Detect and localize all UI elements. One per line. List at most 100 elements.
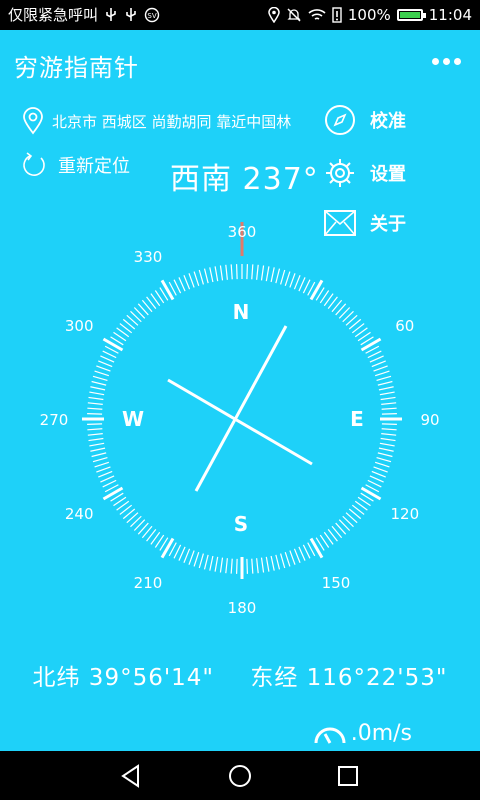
minor-tick <box>188 550 195 565</box>
minor-tick <box>209 267 214 283</box>
minor-tick <box>379 391 395 396</box>
minor-tick <box>379 442 395 447</box>
minor-tick <box>87 423 103 426</box>
compass-screen: 穷游指南针 北京市 西城区 尚勤胡同 靠近中国林 重新定位 西南 237° 校准 <box>0 30 480 751</box>
major-tick <box>160 537 175 559</box>
minor-tick <box>378 447 394 452</box>
minor-tick <box>270 267 275 283</box>
minor-tick <box>289 273 296 288</box>
more-menu-button[interactable] <box>430 50 464 70</box>
settings-button[interactable]: 设置 <box>324 157 406 189</box>
degree-label: 120 <box>390 505 419 523</box>
degree-label: 150 <box>322 574 351 592</box>
speedometer-icon <box>314 727 346 744</box>
navigation-bar <box>0 751 480 800</box>
mute-icon <box>287 8 301 22</box>
app-title: 穷游指南针 <box>14 54 139 82</box>
minor-tick <box>280 553 286 569</box>
compass-calibrate-icon <box>325 105 355 135</box>
minor-tick <box>289 550 296 565</box>
carrier-text: 仅限紧急呼叫 <box>8 6 99 24</box>
minor-tick <box>230 558 233 574</box>
minor-tick <box>275 554 281 570</box>
minor-tick <box>219 557 224 573</box>
longitude: 东经 116°22'53" <box>250 665 448 691</box>
degree-label: 210 <box>134 574 163 592</box>
minor-tick <box>91 452 107 458</box>
minor-tick <box>88 396 104 401</box>
minor-tick <box>374 461 390 468</box>
minor-tick <box>284 271 291 287</box>
minor-tick <box>96 365 111 372</box>
relocate-button[interactable]: 重新定位 <box>20 151 130 179</box>
refresh-icon <box>23 152 45 176</box>
minor-tick <box>256 264 259 280</box>
minor-tick <box>209 555 214 571</box>
recent-apps-button[interactable] <box>335 763 361 789</box>
minor-tick <box>298 546 306 561</box>
minor-tick <box>198 553 204 569</box>
degree-label: 300 <box>65 317 94 335</box>
minor-tick <box>377 452 393 458</box>
minor-tick <box>381 412 397 415</box>
minor-tick <box>89 442 105 447</box>
cardinal-s: S <box>234 512 248 536</box>
minor-tick <box>183 548 191 563</box>
minor-tick <box>94 461 110 468</box>
major-tick <box>102 337 124 352</box>
home-icon <box>229 765 251 787</box>
minor-tick <box>376 457 392 463</box>
degree-label: 360 <box>228 223 257 241</box>
settings-label: 设置 <box>370 164 406 185</box>
minor-tick <box>260 265 265 281</box>
minor-tick <box>230 264 233 280</box>
minor-tick <box>265 556 270 572</box>
gear-icon <box>326 159 354 187</box>
minor-tick <box>373 466 388 473</box>
minor-tick <box>260 557 265 573</box>
minor-tick <box>193 551 200 567</box>
cardinal-n: N <box>233 300 250 324</box>
cardinal-w: W <box>122 407 144 431</box>
major-tick <box>309 537 324 559</box>
minor-tick <box>96 466 111 473</box>
minor-tick <box>88 437 104 442</box>
minor-tick <box>235 558 238 574</box>
minor-tick <box>178 277 186 292</box>
compass-needle-b <box>167 378 313 466</box>
minor-tick <box>373 365 388 372</box>
minor-tick <box>94 370 110 377</box>
location-row: 北京市 西城区 尚勤胡同 靠近中国林 <box>22 107 291 135</box>
minor-tick <box>188 273 195 288</box>
sim-alert-icon <box>332 7 342 23</box>
minor-tick <box>87 428 103 431</box>
minor-tick <box>193 271 200 287</box>
status-bar: 仅限紧急呼叫 SV 100% 11:04 <box>0 0 480 30</box>
degree-label: 330 <box>134 248 163 266</box>
minor-tick <box>275 268 281 284</box>
compass-dial: 360 330 300 270 240 210 180 150 120 90 60 N E S W <box>40 222 440 617</box>
minor-tick <box>302 279 311 294</box>
minor-tick <box>87 402 103 405</box>
location-pin-icon <box>23 107 43 135</box>
minor-tick <box>246 558 249 574</box>
calibrate-button[interactable]: 校准 <box>324 104 406 136</box>
minor-tick <box>378 386 394 391</box>
degree-label: 90 <box>420 411 439 429</box>
minor-tick <box>178 546 186 561</box>
minor-tick <box>92 375 108 381</box>
degree-label: 240 <box>65 505 94 523</box>
minor-tick <box>381 423 397 426</box>
recent-apps-icon <box>338 766 358 786</box>
minor-tick <box>265 266 270 282</box>
minor-tick <box>91 380 107 386</box>
back-icon <box>121 764 139 788</box>
coordinates: 北纬 39°56'14" 东经 116°22'53" <box>0 658 480 692</box>
minor-tick <box>203 554 209 570</box>
minor-tick <box>380 437 396 442</box>
back-button[interactable] <box>118 763 144 789</box>
home-button[interactable] <box>227 763 253 789</box>
battery-percent: 100% <box>347 6 391 24</box>
usb-icon <box>106 8 116 21</box>
minor-tick <box>183 275 191 290</box>
